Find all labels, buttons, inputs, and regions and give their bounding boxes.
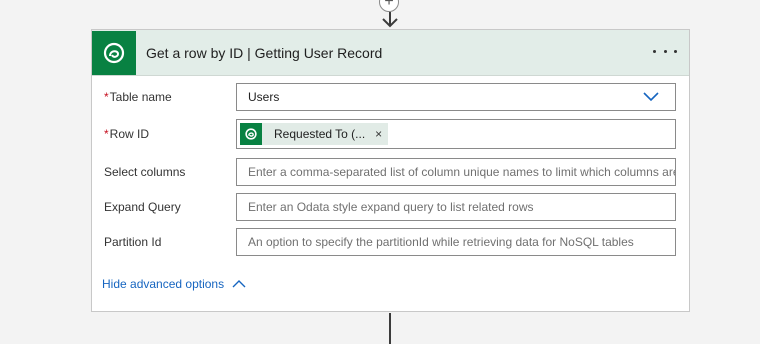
expand-query-placeholder: Enter an Odata style expand query to lis… xyxy=(248,200,534,214)
card-title: Get a row by ID | Getting User Record xyxy=(146,44,383,61)
partition-id-label: Partition Id xyxy=(104,235,162,249)
field-expand-query: Expand Query Enter an Odata style expand… xyxy=(104,193,676,221)
expand-query-label: Expand Query xyxy=(104,200,181,214)
more-options-button[interactable] xyxy=(653,44,677,58)
field-table-name: *Table name Users xyxy=(104,83,676,111)
row-id-input[interactable]: Requested To (... × xyxy=(236,119,676,149)
table-name-label: *Table name xyxy=(104,90,236,104)
hide-advanced-options-link[interactable]: Hide advanced options xyxy=(102,277,246,291)
dynamic-content-token[interactable]: Requested To (... × xyxy=(240,123,389,145)
flow-connector xyxy=(389,313,391,344)
hide-advanced-label: Hide advanced options xyxy=(102,277,225,291)
chevron-up-icon xyxy=(232,280,246,288)
field-partition-id: Partition Id An option to specify the pa… xyxy=(104,228,676,256)
required-marker: * xyxy=(104,127,109,141)
plus-icon: + xyxy=(384,0,394,10)
card-header[interactable]: Get a row by ID | Getting User Record xyxy=(92,30,689,76)
table-name-label-text: Table name xyxy=(109,90,172,104)
arrow-down-icon xyxy=(382,12,398,28)
partition-id-placeholder: An option to specify the partitionId whi… xyxy=(248,235,634,249)
action-card: Get a row by ID | Getting User Record *T… xyxy=(91,29,690,312)
dataverse-icon xyxy=(240,123,262,145)
ellipsis-dot xyxy=(663,49,667,53)
remove-token-button[interactable]: × xyxy=(375,127,382,141)
expand-query-input[interactable]: Enter an Odata style expand query to lis… xyxy=(236,193,676,221)
ellipsis-dot xyxy=(653,49,656,53)
ellipsis-dot xyxy=(674,49,677,53)
field-row-id: *Row ID Requested To (... × xyxy=(104,119,676,149)
row-id-label-text: Row ID xyxy=(109,127,150,141)
table-name-value: Users xyxy=(248,90,280,104)
partition-id-input[interactable]: An option to specify the partitionId whi… xyxy=(236,228,676,256)
select-columns-placeholder: Enter a comma-separated list of column u… xyxy=(248,165,676,179)
table-name-dropdown[interactable]: Users xyxy=(236,83,676,111)
row-id-label: *Row ID xyxy=(104,127,236,141)
token-label: Requested To (... xyxy=(274,127,366,141)
select-columns-input[interactable]: Enter a comma-separated list of column u… xyxy=(236,158,676,186)
required-marker: * xyxy=(104,90,109,104)
select-columns-label: Select columns xyxy=(104,165,186,179)
dataverse-icon xyxy=(92,30,136,75)
chevron-down-icon xyxy=(643,92,659,102)
add-step-button[interactable]: + xyxy=(379,0,399,12)
field-select-columns: Select columns Enter a comma-separated l… xyxy=(104,158,676,186)
